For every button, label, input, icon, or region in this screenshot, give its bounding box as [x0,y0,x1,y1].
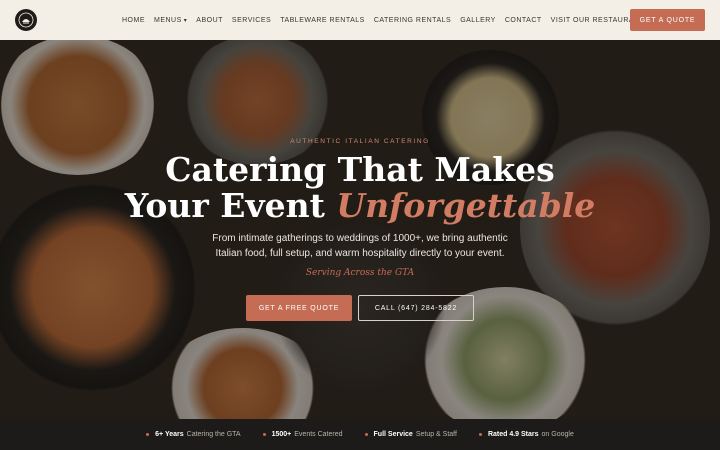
bullet-dot-icon [146,433,150,436]
bullet-dot-icon [262,433,266,436]
nav-about[interactable]: ABOUT [196,17,223,24]
chevron-down-icon: ▾ [183,17,188,24]
hero-overlay [0,40,720,419]
stats-bar: 6+ Years Catering the GTA 1500+ Events Cat… [0,419,720,450]
nav-menus[interactable]: MENUS ▾ [154,17,187,24]
headline-line-2-prefix: Your Event [124,186,337,225]
nav-contact-label: CONTACT [504,16,542,24]
main-nav: HOME MENUS ▾ ABOUT SERVICES TABLEWARE REN… [122,0,653,40]
call-phone-button[interactable]: CALL (647) 284-5822 [358,295,474,321]
nav-about-label: ABOUT [196,16,223,24]
stat-text: Events Catered [294,431,343,438]
nav-home-label: HOME [122,16,145,24]
stat-item: Rated 4.9 Stars on Google [478,431,574,438]
bullet-dot-icon [364,433,368,436]
nav-catering-rentals-label: CATERING RENTALS [373,16,452,24]
nav-home[interactable]: HOME [122,17,145,24]
get-a-quote-button[interactable]: GET A QUOTE [630,9,705,31]
nav-menus-label: MENUS [154,16,182,24]
hero-section [0,40,720,419]
nav-tableware-rentals[interactable]: TABLEWARE RENTALS [280,17,365,24]
stat-item: 6+ Years Catering the GTA [146,431,241,438]
stat-bold: 6+ Years [155,431,184,438]
nav-services-label: SERVICES [231,16,272,24]
stat-bold: 1500+ [271,431,292,438]
get-free-quote-button[interactable]: GET A FREE QUOTE [246,295,352,321]
nav-gallery-label: GALLERY [460,16,496,24]
nav-gallery[interactable]: GALLERY [460,17,496,24]
serving-area-text: Serving Across the GTA [305,268,415,278]
restaurant-logo-icon[interactable] [15,9,37,31]
stat-text: Setup & Staff [415,431,457,438]
stat-item: 1500+ Events Catered [262,431,343,438]
stat-text: on Google [541,431,574,438]
nav-contact[interactable]: CONTACT [505,17,542,24]
nav-tableware-rentals-label: TABLEWARE RENTALS [280,16,365,24]
headline-accent: Unforgettable [336,186,596,225]
stat-item: Full Service Setup & Staff [364,431,457,438]
headline-line-1: Catering That Makes [165,150,555,189]
nav-services[interactable]: SERVICES [232,17,271,24]
bullet-dot-icon [478,433,482,436]
nav-catering-rentals[interactable]: CATERING RENTALS [374,17,451,24]
hero-eyebrow: AUTHENTIC ITALIAN CATERING [290,138,430,145]
site-header: HOME MENUS ▾ ABOUT SERVICES TABLEWARE REN… [0,0,720,40]
hero-subtext: From intimate gatherings to weddings of … [212,233,508,259]
hero-headline: Catering That Makes Your Event Unforgett… [0,152,720,224]
stat-bold: Rated 4.9 Stars [487,431,539,438]
stat-text: Catering the GTA [186,431,241,438]
stat-bold: Full Service [373,431,413,438]
